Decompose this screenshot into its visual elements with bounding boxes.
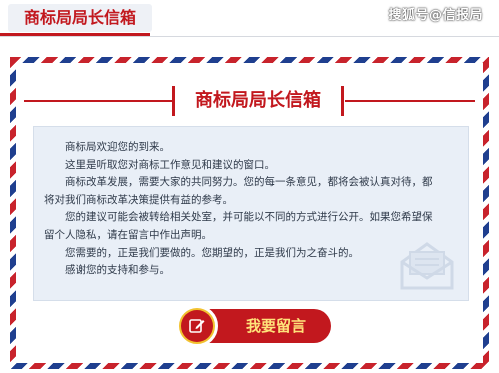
header-divider: [0, 36, 499, 37]
message-line: 商标局欢迎您的到来。: [65, 141, 170, 153]
envelope-body: 商标局局长信箱 商标局欢迎您的到来。 这里是听取您对商标工作意见和建议的窗口。 …: [16, 63, 483, 363]
airmail-envelope-frame: 商标局局长信箱 商标局欢迎您的到来。 这里是听取您对商标工作意见和建议的窗口。 …: [10, 57, 489, 369]
message-line: 您的建议可能会被转给相关处室，并可能以不同的方式进行公开。如果您希望保: [65, 211, 433, 224]
leave-message-button[interactable]: 我要留言: [176, 305, 331, 347]
page-header: 商标局局长信箱 搜狐号@信报局: [0, 0, 499, 42]
banner-rule-right: [345, 100, 475, 102]
watermark: 搜狐号@信报局: [388, 8, 483, 23]
banner-rule-left: [24, 100, 172, 102]
letter-envelope-icon: [400, 242, 454, 290]
mailbox-heading: 商标局局长信箱: [172, 86, 344, 116]
edit-icon: [189, 319, 205, 333]
message-line: 商标改革发展，需要大家的共同努力。您的每一条意见，都将会被认真对待，都: [65, 176, 433, 189]
welcome-message-panel: 商标局欢迎您的到来。 这里是听取您对商标工作意见和建议的窗口。 商标改革发展，需…: [33, 126, 469, 301]
message-line: 将对我们商标改革决策提供有益的参考。: [44, 193, 233, 206]
mailbox-heading-text: 商标局局长信箱: [195, 90, 321, 111]
page-title: 商标局局长信箱: [8, 4, 153, 32]
leave-message-label: 我要留言: [245, 317, 306, 335]
leave-message-icon-badge: [176, 305, 218, 347]
message-line: 这里是听取您对商标工作意见和建议的窗口。: [65, 158, 275, 171]
